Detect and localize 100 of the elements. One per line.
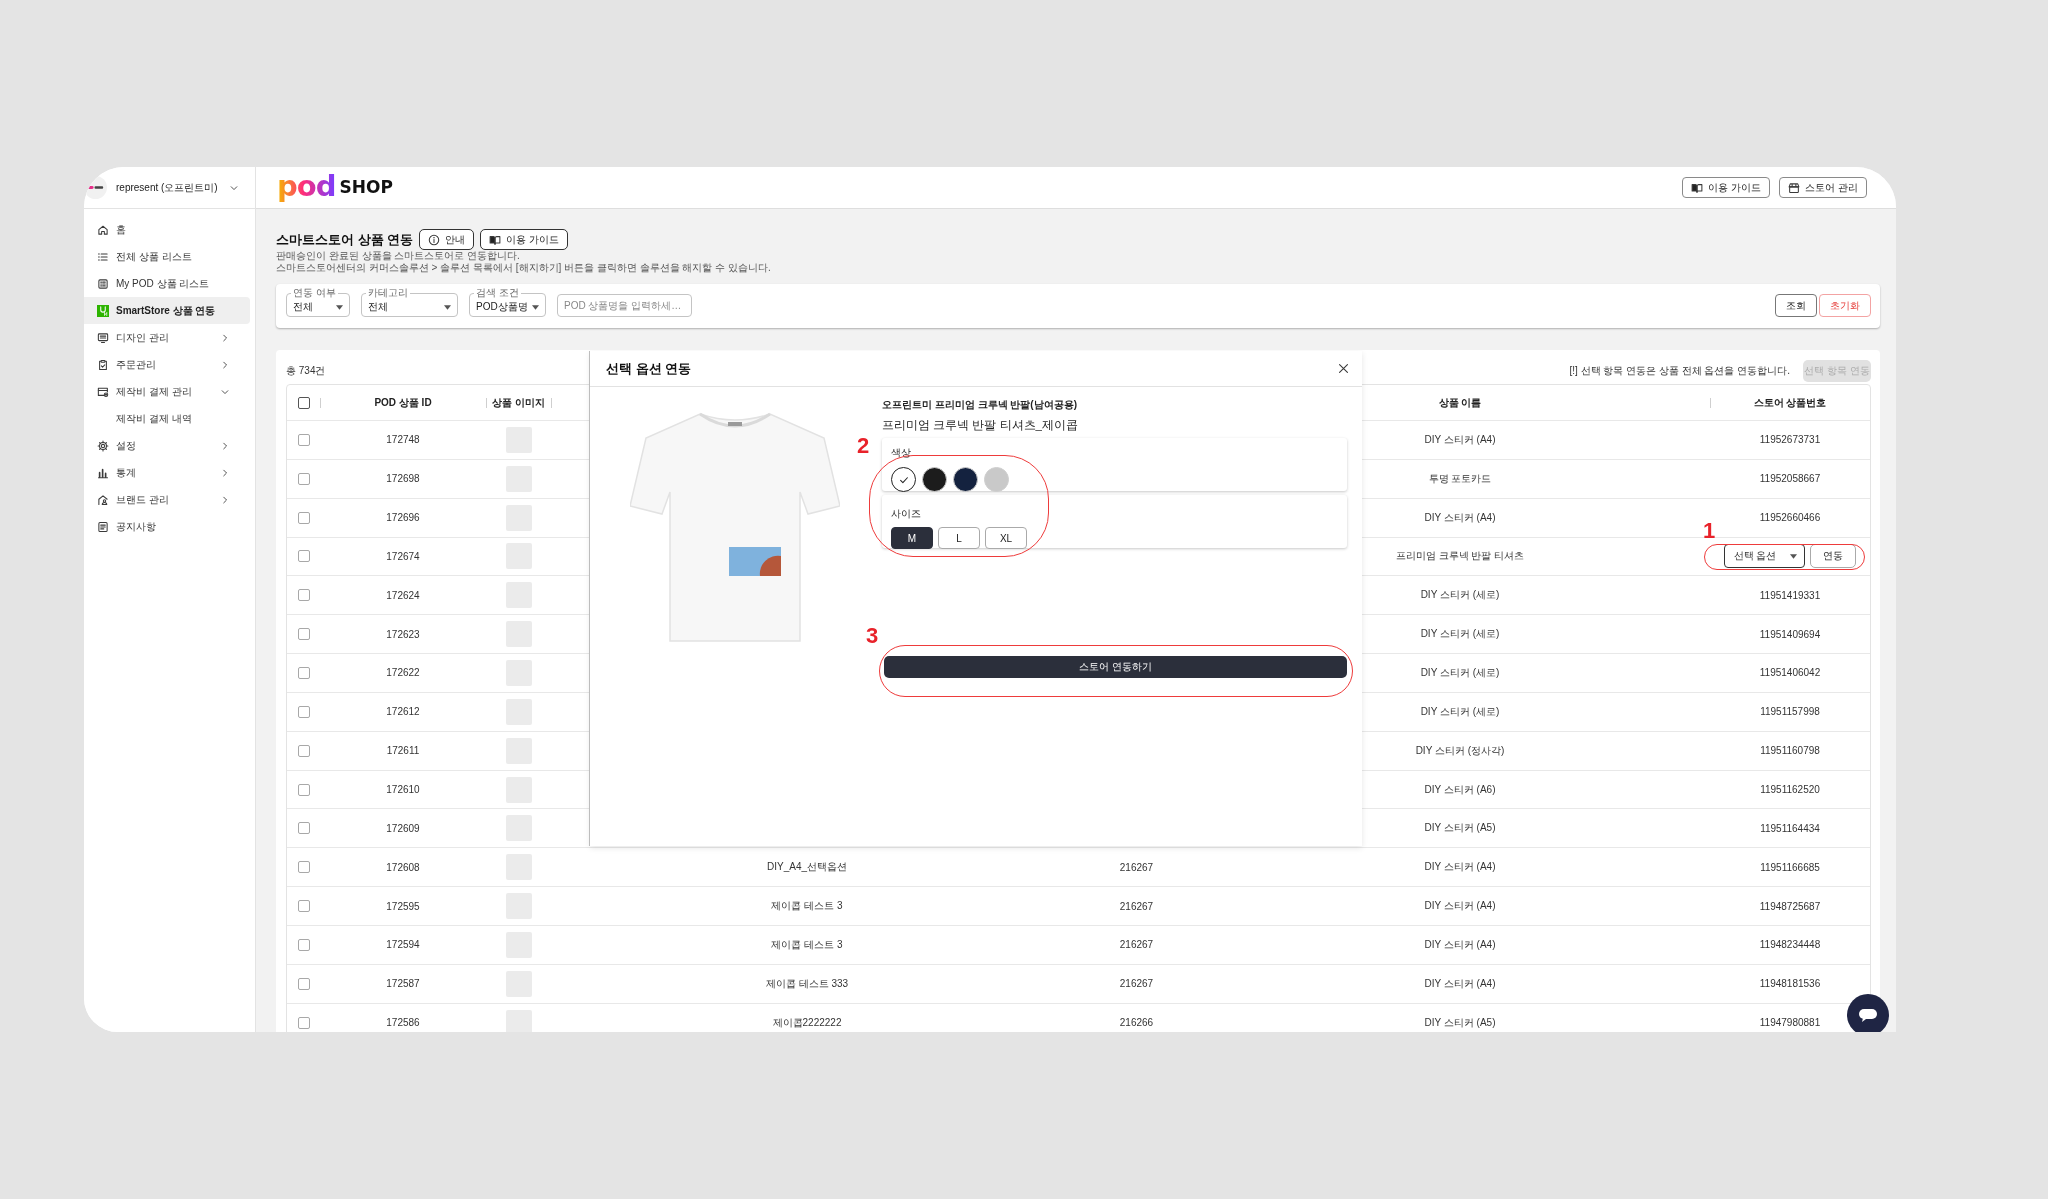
table-cell: 216267 [1119,900,1154,912]
table-cell: DIY 스티커 (A5) [1424,1015,1496,1030]
sidebar-item[interactable]: 공지사항 [84,513,250,540]
table-cell: 172610 [386,784,420,795]
row-checkbox[interactable] [297,822,310,835]
account-name[interactable]: represent (오프린트미) [116,180,218,195]
annotation-number: 2 [857,434,870,458]
clipboard-check-icon [97,358,109,371]
caret-down-icon [532,304,539,310]
row-checkbox[interactable] [297,589,310,602]
sidebar-item[interactable]: 홈 [84,216,250,243]
table-cell: DIY 스티커 (A4) [1424,510,1496,525]
document-icon [97,520,109,533]
header-button[interactable]: 스토어 관리 [1779,177,1867,198]
header-button[interactable]: 이용 가이드 [1682,177,1771,198]
sidebar-item[interactable]: 통계 [84,459,250,486]
logo-mark: pod [277,171,336,204]
size-option[interactable]: XL [985,527,1027,549]
sidebar-item[interactable]: 제작비 결제 관리 [84,378,250,405]
table-cell: 172587 [386,978,420,990]
column-header[interactable]: POD 상품 ID [374,395,432,410]
total-count: 총 734건 [286,364,326,378]
book-icon [1691,181,1704,194]
row-checkbox[interactable] [297,628,310,641]
table-cell: 172698 [386,473,420,485]
size-option[interactable]: M [891,527,933,549]
table-cell: 제이콥 테스트 3 [771,899,843,914]
document-list-icon [97,277,109,290]
guide-button[interactable]: 이용 가이드 [480,229,568,250]
table-cell: 투명 포토카드 [1428,471,1492,486]
sidebar-item[interactable]: 설정 [84,432,250,459]
table-cell: DIY 스티커 (세로) [1420,704,1500,719]
table-cell: 11947980881 [1759,1017,1821,1029]
sidebar-item[interactable]: My POD 상품 리스트 [84,270,250,297]
table-cell: 제이콥 테스트 333 [765,976,849,991]
table-cell: 11951406042 [1759,667,1821,679]
close-icon[interactable] [1338,363,1349,374]
bar-chart-icon [97,466,109,479]
table-cell: 11948725687 [1759,900,1821,912]
column-header[interactable]: 스토어 상품번호 [1753,395,1827,410]
row-checkbox[interactable] [297,900,310,913]
row-checkbox[interactable] [297,472,310,485]
row-checkbox[interactable] [297,550,310,563]
search-button[interactable]: 조회 [1775,294,1817,317]
column-header[interactable]: 상품 이미지 [492,395,545,410]
row-checkbox[interactable] [297,744,310,757]
sidebar-item[interactable]: 디자인 관리 [84,324,250,351]
row-checkbox[interactable] [297,783,310,796]
row-checkbox[interactable] [297,667,310,679]
table-cell: 11951160798 [1760,745,1820,757]
monitor-icon [97,331,109,344]
sidebar-item[interactable]: SmartStore 상품 연동 [84,297,250,324]
table-cell: 216267 [1119,861,1154,873]
store-icon [1788,181,1801,194]
chat-icon [1858,1007,1878,1023]
row-checkbox[interactable] [297,977,310,990]
row-checkbox[interactable] [297,1016,310,1029]
table-cell: 172674 [386,550,420,562]
search-field[interactable]: POD 상품명을 입력하세… [557,294,692,317]
link-button[interactable]: 연동 [1810,544,1857,569]
table-cell: DIY 스티커 (세로) [1420,666,1500,680]
row-checkbox[interactable] [297,705,310,718]
book-icon [489,233,502,246]
filter-select[interactable]: 연동 여부 전체 [286,287,350,317]
option-select[interactable]: 선택 옵션 [1723,544,1806,569]
filter-select[interactable]: 검색 조건 POD상품명 [469,287,546,317]
table-cell: 프리미엄 크루넥 반팔 티셔츠 [1395,549,1525,564]
product-name: 프리미엄 크루넥 반팔 티셔츠_제이콥 [882,418,1078,432]
sidebar-item[interactable]: 전체 상품 리스트 [84,243,250,270]
table-cell: 172624 [386,589,420,601]
row-checkbox[interactable] [297,511,310,524]
table-cell: DIY 스티커 (A5) [1424,821,1496,836]
table-cell: DIY 스티커 (세로) [1420,627,1500,642]
row-checkbox[interactable] [297,861,310,874]
table-cell: 11951166685 [1760,861,1820,873]
home-icon [97,223,109,236]
table-cell: 172612 [386,706,420,718]
row-checkbox[interactable] [297,938,310,951]
row-checkbox[interactable] [297,433,310,446]
guide-button[interactable]: 안내 [419,229,475,250]
sidebar-item[interactable]: 주문관리 [84,351,250,378]
filter-select[interactable]: 카테고리 전체 [361,287,458,317]
select-all-checkbox[interactable] [297,396,310,409]
reset-button[interactable]: 초기화 [1819,294,1871,317]
color-swatch[interactable] [891,467,916,492]
table-cell: 216266 [1119,1017,1154,1029]
description-text: 스마트스토어센터의 커머스솔루션 > 솔루션 목록에서 [해지하기] 버튼을 클릭하면 솔루션을 해지할 수 있습니다. [276,262,771,274]
info-icon [428,233,441,246]
table-cell: DIY 스티커 (A4) [1424,899,1496,914]
card-gear-icon [97,385,109,398]
table-cell: DIY 스티커 (A4) [1424,860,1496,875]
sidebar-item[interactable]: 브랜드 관리 [84,486,250,513]
size-option[interactable]: L [938,527,980,549]
table-cell: 172748 [386,434,420,446]
sidebar-item[interactable]: 제작비 결제 내역 [84,405,250,432]
column-header[interactable]: 상품 이름 [1438,395,1482,410]
store-link-button[interactable]: 스토어 연동하기 [884,656,1347,678]
table-cell: 11951164434 [1760,822,1820,834]
table-cell: 216267 [1119,939,1154,951]
annotation-number: 3 [866,624,879,648]
